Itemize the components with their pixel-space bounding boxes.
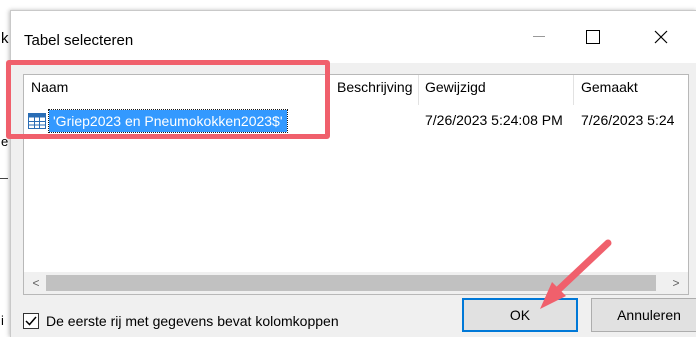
column-separator[interactable]	[418, 75, 419, 105]
close-icon	[654, 30, 668, 44]
column-header-gewijzigd[interactable]: Gewijzigd	[425, 79, 486, 95]
column-separator[interactable]	[573, 75, 574, 105]
header-row-checkbox-row[interactable]: De eerste rij met gegevens bevat kolomko…	[23, 313, 339, 329]
close-button[interactable]	[641, 17, 681, 57]
column-header-gemaakt[interactable]: Gemaakt	[581, 79, 638, 95]
scrollbar-thumb[interactable]	[46, 275, 656, 291]
maximize-button[interactable]	[573, 17, 613, 57]
highlight-box-annotation	[6, 60, 330, 139]
ok-button[interactable]: OK	[462, 298, 578, 332]
scroll-left-arrow[interactable]: <	[26, 272, 46, 294]
maximize-icon	[586, 30, 600, 44]
minimize-icon	[533, 36, 545, 37]
horizontal-scrollbar[interactable]: < >	[24, 272, 688, 294]
background-text-i: i	[1, 313, 4, 328]
column-header-beschrijving[interactable]: Beschrijving	[337, 79, 412, 95]
scroll-right-arrow[interactable]: >	[666, 272, 686, 294]
table-row-modified: 7/26/2023 5:24:08 PM	[425, 112, 563, 128]
minimize-button[interactable]	[519, 17, 559, 57]
background-divider	[0, 178, 8, 179]
title-bar: Tabel selecteren	[11, 11, 696, 63]
checkmark-icon	[25, 316, 37, 326]
cancel-button[interactable]: Annuleren	[591, 298, 696, 332]
table-row-created: 7/26/2023 5:24	[581, 112, 675, 128]
header-row-checkbox[interactable]	[23, 313, 39, 329]
background-text-k: k	[1, 30, 9, 47]
header-row-checkbox-label[interactable]: De eerste rij met gegevens bevat kolomko…	[46, 313, 339, 329]
dialog-title: Tabel selecteren	[24, 32, 134, 49]
